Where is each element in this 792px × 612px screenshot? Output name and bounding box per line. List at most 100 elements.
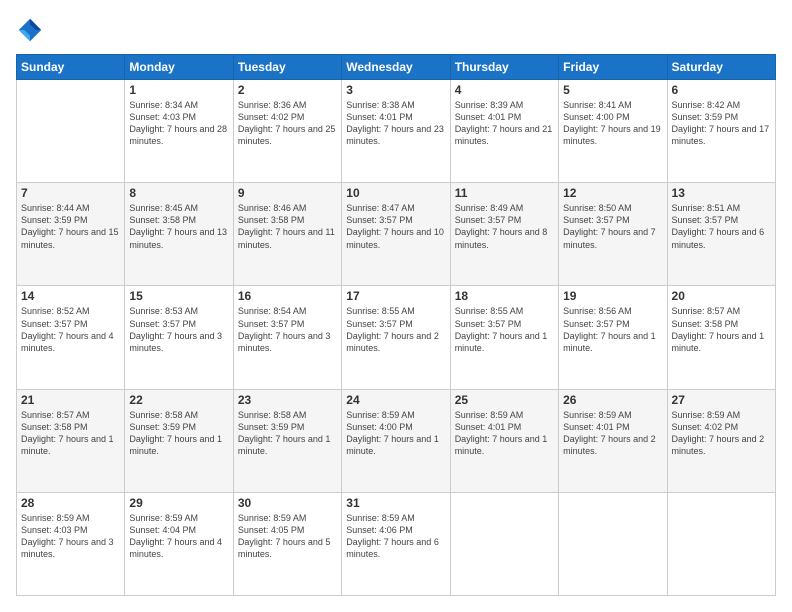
logo-icon xyxy=(16,16,44,44)
calendar-cell: 13 Sunrise: 8:51 AM Sunset: 3:57 PM Dayli… xyxy=(667,183,775,286)
cell-info: Sunrise: 8:55 AM Sunset: 3:57 PM Dayligh… xyxy=(346,305,445,354)
cell-info: Sunrise: 8:41 AM Sunset: 4:00 PM Dayligh… xyxy=(563,99,662,148)
day-number: 13 xyxy=(672,186,771,200)
cell-info: Sunrise: 8:46 AM Sunset: 3:58 PM Dayligh… xyxy=(238,202,337,251)
day-number: 7 xyxy=(21,186,120,200)
calendar-cell: 25 Sunrise: 8:59 AM Sunset: 4:01 PM Dayli… xyxy=(450,389,558,492)
day-number: 5 xyxy=(563,83,662,97)
cell-info: Sunrise: 8:59 AM Sunset: 4:01 PM Dayligh… xyxy=(563,409,662,458)
calendar-cell: 3 Sunrise: 8:38 AM Sunset: 4:01 PM Daylig… xyxy=(342,80,450,183)
cell-info: Sunrise: 8:39 AM Sunset: 4:01 PM Dayligh… xyxy=(455,99,554,148)
day-number: 30 xyxy=(238,496,337,510)
calendar-cell: 24Sunrise: 8:59 AM Sunset: 4:00 PM Dayli… xyxy=(342,389,450,492)
calendar-cell xyxy=(559,492,667,595)
week-row-3: 21 Sunrise: 8:57 AM Sunset: 3:58 PM Dayli… xyxy=(17,389,776,492)
cell-info: Sunrise: 8:55 AM Sunset: 3:57 PM Dayligh… xyxy=(455,305,554,354)
calendar-cell: 16 Sunrise: 8:54 AM Sunset: 3:57 PM Dayli… xyxy=(233,286,341,389)
day-number: 15 xyxy=(129,289,228,303)
calendar-cell: 7 Sunrise: 8:44 AM Sunset: 3:59 PM Daylig… xyxy=(17,183,125,286)
day-number: 10 xyxy=(346,186,445,200)
cell-info: Sunrise: 8:42 AM Sunset: 3:59 PM Dayligh… xyxy=(672,99,771,148)
cell-info: Sunrise: 8:38 AM Sunset: 4:01 PM Dayligh… xyxy=(346,99,445,148)
day-number: 18 xyxy=(455,289,554,303)
calendar-cell: 10 Sunrise: 8:47 AM Sunset: 3:57 PM Dayli… xyxy=(342,183,450,286)
calendar-cell: 1 Sunrise: 8:34 AM Sunset: 4:03 PM Daylig… xyxy=(125,80,233,183)
calendar-cell: 6Sunrise: 8:42 AM Sunset: 3:59 PM Daylig… xyxy=(667,80,775,183)
cell-info: Sunrise: 8:56 AM Sunset: 3:57 PM Dayligh… xyxy=(563,305,662,354)
calendar-cell: 9 Sunrise: 8:46 AM Sunset: 3:58 PM Daylig… xyxy=(233,183,341,286)
weekday-header-row: SundayMondayTuesdayWednesdayThursdayFrid… xyxy=(17,55,776,80)
calendar-cell: 14 Sunrise: 8:52 AM Sunset: 3:57 PM Dayli… xyxy=(17,286,125,389)
weekday-header-tuesday: Tuesday xyxy=(233,55,341,80)
calendar-cell: 5 Sunrise: 8:41 AM Sunset: 4:00 PM Daylig… xyxy=(559,80,667,183)
calendar-table: SundayMondayTuesdayWednesdayThursdayFrid… xyxy=(16,54,776,596)
weekday-header-sunday: Sunday xyxy=(17,55,125,80)
calendar-cell xyxy=(667,492,775,595)
cell-info: Sunrise: 8:59 AM Sunset: 4:02 PM Dayligh… xyxy=(672,409,771,458)
calendar-cell: 28Sunrise: 8:59 AM Sunset: 4:03 PM Dayli… xyxy=(17,492,125,595)
weekday-header-wednesday: Wednesday xyxy=(342,55,450,80)
cell-info: Sunrise: 8:58 AM Sunset: 3:59 PM Dayligh… xyxy=(238,409,337,458)
calendar-cell: 2 Sunrise: 8:36 AM Sunset: 4:02 PM Daylig… xyxy=(233,80,341,183)
calendar-cell: 26Sunrise: 8:59 AM Sunset: 4:01 PM Dayli… xyxy=(559,389,667,492)
day-number: 23 xyxy=(238,393,337,407)
calendar-cell: 8Sunrise: 8:45 AM Sunset: 3:58 PM Daylig… xyxy=(125,183,233,286)
cell-info: Sunrise: 8:58 AM Sunset: 3:59 PM Dayligh… xyxy=(129,409,228,458)
calendar-cell: 21 Sunrise: 8:57 AM Sunset: 3:58 PM Dayli… xyxy=(17,389,125,492)
cell-info: Sunrise: 8:59 AM Sunset: 4:04 PM Dayligh… xyxy=(129,512,228,561)
day-number: 21 xyxy=(21,393,120,407)
day-number: 9 xyxy=(238,186,337,200)
calendar-cell xyxy=(450,492,558,595)
day-number: 25 xyxy=(455,393,554,407)
cell-info: Sunrise: 8:54 AM Sunset: 3:57 PM Dayligh… xyxy=(238,305,337,354)
day-number: 2 xyxy=(238,83,337,97)
cell-info: Sunrise: 8:44 AM Sunset: 3:59 PM Dayligh… xyxy=(21,202,120,251)
day-number: 29 xyxy=(129,496,228,510)
calendar-cell: 4 Sunrise: 8:39 AM Sunset: 4:01 PM Daylig… xyxy=(450,80,558,183)
cell-info: Sunrise: 8:51 AM Sunset: 3:57 PM Dayligh… xyxy=(672,202,771,251)
calendar-cell: 22Sunrise: 8:58 AM Sunset: 3:59 PM Dayli… xyxy=(125,389,233,492)
day-number: 17 xyxy=(346,289,445,303)
logo xyxy=(16,16,46,44)
weekday-header-friday: Friday xyxy=(559,55,667,80)
cell-info: Sunrise: 8:45 AM Sunset: 3:58 PM Dayligh… xyxy=(129,202,228,251)
calendar-cell: 19 Sunrise: 8:56 AM Sunset: 3:57 PM Dayli… xyxy=(559,286,667,389)
cell-info: Sunrise: 8:57 AM Sunset: 3:58 PM Dayligh… xyxy=(21,409,120,458)
calendar-cell: 17 Sunrise: 8:55 AM Sunset: 3:57 PM Dayli… xyxy=(342,286,450,389)
cell-info: Sunrise: 8:59 AM Sunset: 4:01 PM Dayligh… xyxy=(455,409,554,458)
cell-info: Sunrise: 8:47 AM Sunset: 3:57 PM Dayligh… xyxy=(346,202,445,251)
calendar-cell: 31 Sunrise: 8:59 AM Sunset: 4:06 PM Dayli… xyxy=(342,492,450,595)
cell-info: Sunrise: 8:52 AM Sunset: 3:57 PM Dayligh… xyxy=(21,305,120,354)
week-row-2: 14 Sunrise: 8:52 AM Sunset: 3:57 PM Dayli… xyxy=(17,286,776,389)
calendar-cell xyxy=(17,80,125,183)
day-number: 28 xyxy=(21,496,120,510)
day-number: 16 xyxy=(238,289,337,303)
calendar-cell: 18 Sunrise: 8:55 AM Sunset: 3:57 PM Dayli… xyxy=(450,286,558,389)
week-row-4: 28Sunrise: 8:59 AM Sunset: 4:03 PM Dayli… xyxy=(17,492,776,595)
cell-info: Sunrise: 8:36 AM Sunset: 4:02 PM Dayligh… xyxy=(238,99,337,148)
weekday-header-thursday: Thursday xyxy=(450,55,558,80)
calendar-cell: 27Sunrise: 8:59 AM Sunset: 4:02 PM Dayli… xyxy=(667,389,775,492)
calendar-cell: 20Sunrise: 8:57 AM Sunset: 3:58 PM Dayli… xyxy=(667,286,775,389)
day-number: 4 xyxy=(455,83,554,97)
header xyxy=(16,16,776,44)
weekday-header-saturday: Saturday xyxy=(667,55,775,80)
day-number: 31 xyxy=(346,496,445,510)
calendar-cell: 23 Sunrise: 8:58 AM Sunset: 3:59 PM Dayli… xyxy=(233,389,341,492)
day-number: 24 xyxy=(346,393,445,407)
day-number: 3 xyxy=(346,83,445,97)
day-number: 20 xyxy=(672,289,771,303)
cell-info: Sunrise: 8:53 AM Sunset: 3:57 PM Dayligh… xyxy=(129,305,228,354)
day-number: 19 xyxy=(563,289,662,303)
cell-info: Sunrise: 8:59 AM Sunset: 4:06 PM Dayligh… xyxy=(346,512,445,561)
calendar-cell: 15 Sunrise: 8:53 AM Sunset: 3:57 PM Dayli… xyxy=(125,286,233,389)
calendar-cell: 12Sunrise: 8:50 AM Sunset: 3:57 PM Dayli… xyxy=(559,183,667,286)
day-number: 14 xyxy=(21,289,120,303)
cell-info: Sunrise: 8:49 AM Sunset: 3:57 PM Dayligh… xyxy=(455,202,554,251)
cell-info: Sunrise: 8:50 AM Sunset: 3:57 PM Dayligh… xyxy=(563,202,662,251)
week-row-0: 1 Sunrise: 8:34 AM Sunset: 4:03 PM Daylig… xyxy=(17,80,776,183)
weekday-header-monday: Monday xyxy=(125,55,233,80)
day-number: 11 xyxy=(455,186,554,200)
cell-info: Sunrise: 8:34 AM Sunset: 4:03 PM Dayligh… xyxy=(129,99,228,148)
day-number: 1 xyxy=(129,83,228,97)
